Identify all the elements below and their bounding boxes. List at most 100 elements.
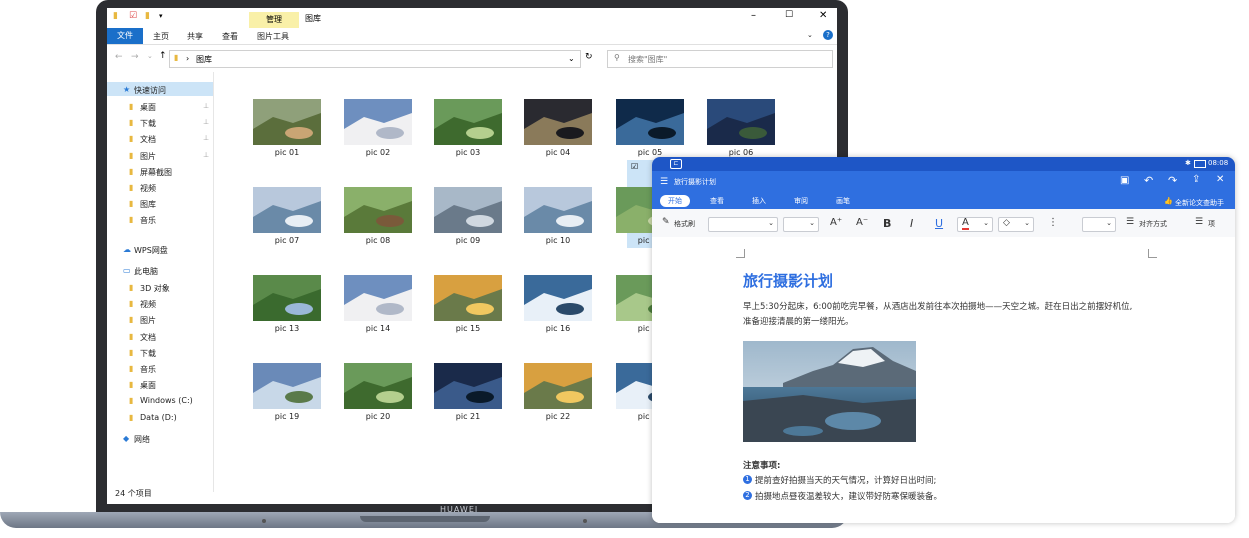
ribbon-tab-share[interactable]: 共享 (187, 31, 203, 42)
address-input[interactable]: ▮ › 图库 ⌄ (169, 50, 581, 68)
file-name[interactable]: pic 05 (605, 148, 695, 157)
up-icon[interactable]: ↑ (159, 51, 167, 61)
undo-icon[interactable]: ↶ (1144, 174, 1153, 187)
file-thumbnail[interactable] (524, 275, 592, 321)
file-name[interactable]: pic 10 (513, 236, 603, 245)
file-thumbnail[interactable] (524, 187, 592, 233)
sidebar-item-quick[interactable]: 文档 (140, 134, 156, 145)
more-options-icon[interactable]: ⋮ (1048, 217, 1058, 228)
pin-icon[interactable]: ⊥ (203, 134, 209, 142)
note-item-1[interactable]: 提前查好拍摄当天的天气情况，计算好日出时间; (755, 474, 936, 486)
file-name[interactable]: pic 16 (513, 324, 603, 333)
quick-access-dropdown-icon[interactable]: ▾ (159, 12, 163, 20)
sidebar-item-quick[interactable]: 音乐 (140, 215, 156, 226)
search-input[interactable]: ⚲ 搜索"图库" (607, 50, 833, 68)
note-item-2[interactable]: 拍摄地点昼夜温差较大，建议带好防寒保暖装备。 (755, 490, 942, 502)
doc-paragraph[interactable]: 早上5:30分起床，6:00前吃完早餐，从酒店出发前往本次拍摄地——天空之城。赶… (743, 300, 1143, 330)
font-color-select[interactable]: A ⌄ (957, 217, 993, 232)
minimize-icon[interactable]: – (751, 10, 756, 21)
sidebar-item-pc[interactable]: 音乐 (140, 364, 156, 375)
properties-icon[interactable]: ☑ (129, 11, 137, 21)
file-thumbnail[interactable] (253, 363, 321, 409)
file-name[interactable]: pic 09 (423, 236, 513, 245)
sidebar-item-pc[interactable]: 文档 (140, 332, 156, 343)
underline-icon[interactable]: U (935, 217, 943, 230)
font-shrink-icon[interactable]: A⁻ (856, 217, 868, 228)
share-icon[interactable]: ⇪ (1192, 174, 1200, 185)
file-thumbnail[interactable] (434, 99, 502, 145)
tab-start[interactable]: 开始 (660, 195, 690, 207)
nav-network[interactable]: 网络 (134, 434, 150, 445)
file-thumbnail[interactable] (434, 275, 502, 321)
tab-pen[interactable]: 画笔 (828, 195, 858, 207)
sidebar-item-quick[interactable]: 视频 (140, 183, 156, 194)
ribbon-tab-picture-tools[interactable]: 图片工具 (257, 31, 289, 42)
font-size-select[interactable]: ⌄ (783, 217, 819, 232)
align-button[interactable]: 对齐方式 (1139, 219, 1167, 229)
forward-icon[interactable]: → (131, 52, 139, 62)
pin-icon[interactable]: ⊥ (203, 151, 209, 159)
tab-review[interactable]: 审阅 (786, 195, 816, 207)
save-icon[interactable]: ▣ (1120, 175, 1129, 186)
pin-icon[interactable]: ⊥ (203, 102, 209, 110)
file-name[interactable]: pic 01 (242, 148, 332, 157)
file-thumbnail[interactable] (344, 275, 412, 321)
new-folder-icon[interactable]: ▮ (145, 11, 150, 21)
tab-insert[interactable]: 插入 (744, 195, 774, 207)
file-name[interactable]: pic 07 (242, 236, 332, 245)
refresh-icon[interactable]: ↻ (585, 52, 593, 62)
back-icon[interactable]: ← (115, 52, 123, 62)
maximize-icon[interactable]: ☐ (785, 10, 793, 20)
list-button[interactable]: 项 (1208, 219, 1215, 229)
sidebar-item-pc[interactable]: 桌面 (140, 380, 156, 391)
file-name[interactable]: pic 02 (333, 148, 423, 157)
pin-icon[interactable]: ⊥ (203, 118, 209, 126)
expand-ribbon-icon[interactable]: ⌄ (807, 31, 813, 39)
font-grow-icon[interactable]: A⁺ (830, 217, 842, 228)
style-select[interactable]: ⌄ (1082, 217, 1116, 232)
nav-quick-access[interactable]: 快速访问 (134, 85, 166, 96)
breadcrumb[interactable]: 图库 (196, 54, 212, 65)
nav-wps-cloud[interactable]: WPS网盘 (134, 245, 168, 256)
file-name[interactable]: pic 21 (423, 412, 513, 421)
file-thumbnail[interactable] (253, 99, 321, 145)
sidebar-item-pc[interactable]: Data (D:) (140, 413, 177, 422)
file-name[interactable]: pic 03 (423, 148, 513, 157)
sidebar-item-quick[interactable]: 下载 (140, 118, 156, 129)
file-name[interactable]: pic 22 (513, 412, 603, 421)
file-thumbnail[interactable] (344, 99, 412, 145)
bold-icon[interactable]: B (883, 217, 891, 230)
italic-icon[interactable]: I (910, 217, 913, 230)
sidebar-item-pc[interactable]: 图片 (140, 315, 156, 326)
file-thumbnail[interactable] (434, 363, 502, 409)
ribbon-tab-home[interactable]: 主页 (153, 31, 169, 42)
menu-icon[interactable]: ☰ (660, 177, 668, 187)
file-name[interactable]: pic 04 (513, 148, 603, 157)
close-icon[interactable]: ✕ (819, 10, 827, 21)
ribbon-tab-view[interactable]: 查看 (222, 31, 238, 42)
sidebar-item-quick[interactable]: 图库 (140, 199, 156, 210)
file-thumbnail[interactable] (616, 99, 684, 145)
highlight-color-select[interactable]: ◇ ⌄ (998, 217, 1034, 232)
sidebar-item-quick[interactable]: 桌面 (140, 102, 156, 113)
file-name[interactable]: pic 15 (423, 324, 513, 333)
sidebar-item-pc[interactable]: 下载 (140, 348, 156, 359)
redo-icon[interactable]: ↷ (1168, 174, 1177, 187)
file-thumbnail[interactable] (524, 363, 592, 409)
address-dropdown-icon[interactable]: ⌄ (568, 54, 575, 63)
file-thumbnail[interactable] (344, 363, 412, 409)
file-name[interactable]: pic 13 (242, 324, 332, 333)
file-thumbnail[interactable] (434, 187, 502, 233)
sidebar-item-pc[interactable]: 3D 对象 (140, 283, 170, 294)
sidebar-item-pc[interactable]: 视频 (140, 299, 156, 310)
doc-heading[interactable]: 旅行摄影计划 (743, 270, 833, 291)
help-icon[interactable]: ? (823, 30, 833, 40)
sidebar-item-pc[interactable]: Windows (C:) (140, 396, 193, 405)
file-name[interactable]: pic 06 (696, 148, 786, 157)
ribbon-tab-file[interactable]: 文件 (107, 28, 143, 44)
file-thumbnail[interactable] (344, 187, 412, 233)
file-name[interactable]: pic 20 (333, 412, 423, 421)
file-name[interactable]: pic 14 (333, 324, 423, 333)
recent-dropdown-icon[interactable]: ⌄ (147, 52, 153, 60)
sidebar-item-quick[interactable]: 图片 (140, 151, 156, 162)
